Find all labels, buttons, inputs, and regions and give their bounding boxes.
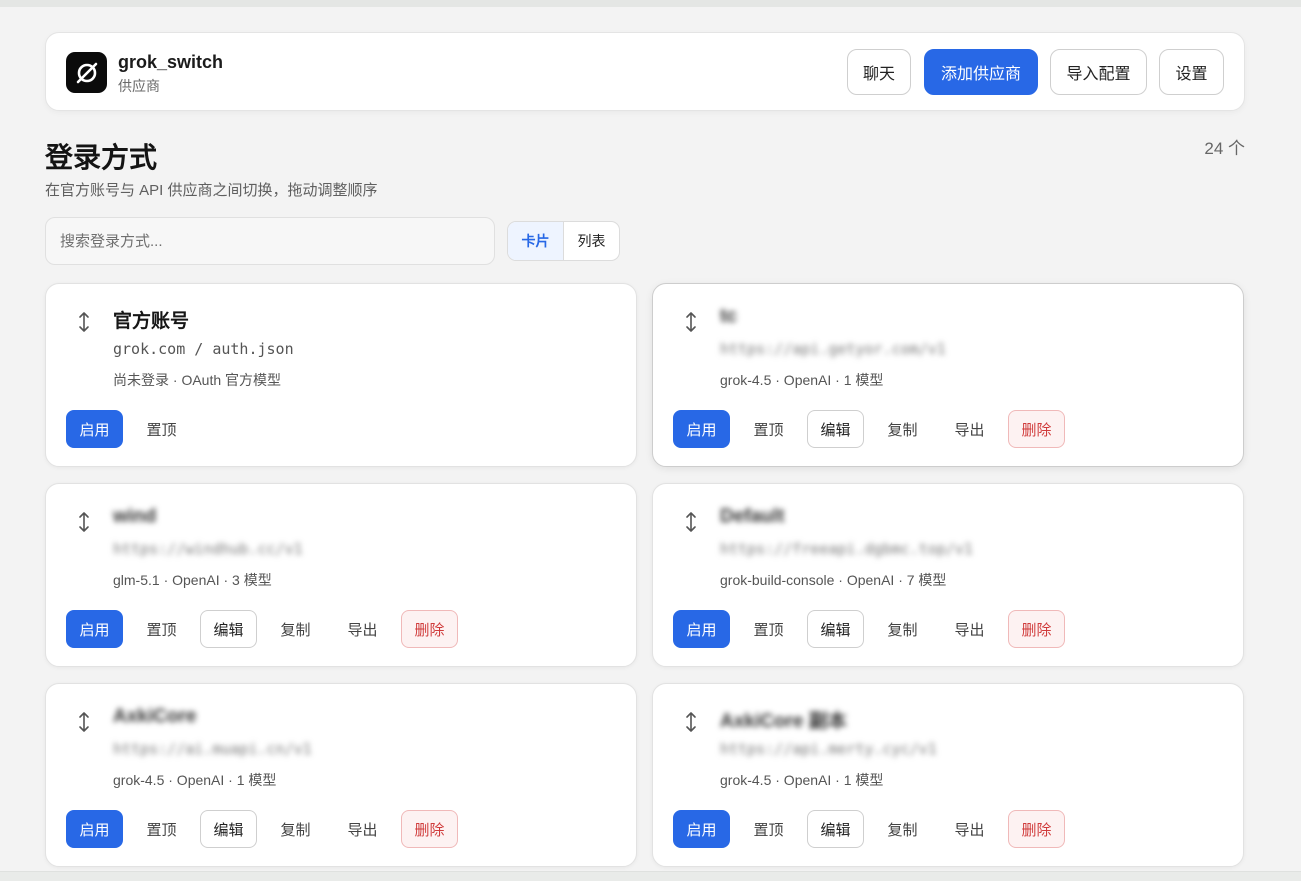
provider-card: tc https://api.getyor.com/v1 grok-4.5 · … (652, 283, 1244, 467)
provider-url: grok.com / auth.json (113, 340, 294, 358)
view-card-tab[interactable]: 卡片 (508, 222, 564, 260)
drag-handle-icon[interactable] (681, 710, 701, 734)
app-subtitle: 供应商 (118, 78, 160, 94)
enable-button[interactable]: 启用 (673, 810, 730, 848)
copy-button[interactable]: 复制 (874, 410, 931, 448)
page-description: 在官方账号与 API 供应商之间切换，拖动调整顺序 (45, 182, 378, 199)
provider-count: 24 个 (1204, 139, 1245, 158)
pin-button[interactable]: 置顶 (133, 610, 190, 648)
enable-button[interactable]: 启用 (673, 410, 730, 448)
drag-handle-icon[interactable] (681, 310, 701, 334)
drag-handle-icon[interactable] (74, 310, 94, 334)
enable-button[interactable]: 启用 (66, 410, 123, 448)
window-bottom-border (0, 871, 1301, 881)
delete-button[interactable]: 删除 (401, 810, 458, 848)
settings-button[interactable]: 设置 (1159, 49, 1224, 95)
export-button[interactable]: 导出 (334, 610, 391, 648)
chat-button[interactable]: 聊天 (847, 49, 911, 95)
edit-button[interactable]: 编辑 (807, 410, 864, 448)
provider-url: https://api.merty.cyc/v1 (720, 740, 937, 758)
provider-name: tc (720, 306, 737, 327)
delete-button[interactable]: 删除 (401, 610, 458, 648)
copy-button[interactable]: 复制 (267, 810, 324, 848)
view-toggle: 卡片 列表 (507, 221, 620, 261)
delete-button[interactable]: 删除 (1008, 610, 1065, 648)
pin-button[interactable]: 置顶 (740, 810, 797, 848)
copy-button[interactable]: 复制 (267, 610, 324, 648)
provider-name: AxkiCore (113, 706, 197, 727)
enable-button[interactable]: 启用 (673, 610, 730, 648)
edit-button[interactable]: 编辑 (200, 610, 257, 648)
provider-name: wind (113, 506, 157, 527)
page-title: 登录方式 (45, 142, 158, 173)
drag-handle-icon[interactable] (74, 510, 94, 534)
copy-button[interactable]: 复制 (874, 810, 931, 848)
provider-name: Default (720, 506, 785, 527)
pin-button[interactable]: 置顶 (740, 610, 797, 648)
delete-button[interactable]: 删除 (1008, 410, 1065, 448)
provider-name: AxkiCore 副本 (720, 711, 847, 732)
app-name: grok_switch (118, 52, 224, 72)
enable-button[interactable]: 启用 (66, 610, 123, 648)
provider-meta: grok-build-console · OpenAI · 7 模型 (720, 572, 947, 588)
edit-button[interactable]: 编辑 (200, 810, 257, 848)
pin-button[interactable]: 置顶 (133, 410, 190, 448)
provider-meta: glm-5.1 · OpenAI · 3 模型 (113, 572, 272, 588)
provider-meta: grok-4.5 · OpenAI · 1 模型 (113, 772, 277, 788)
provider-url: https://freeapi.dgbmc.top/v1 (720, 540, 973, 558)
copy-button[interactable]: 复制 (874, 610, 931, 648)
edit-button[interactable]: 编辑 (807, 610, 864, 648)
window-top-border (0, 0, 1301, 7)
provider-meta: grok-4.5 · OpenAI · 1 模型 (720, 372, 884, 388)
drag-handle-icon[interactable] (74, 710, 94, 734)
provider-meta: 尚未登录 · OAuth 官方模型 (113, 372, 282, 388)
provider-url: https://ai.muapi.cn/v1 (113, 740, 312, 758)
provider-url: https://windhub.cc/v1 (113, 540, 303, 558)
search-input[interactable] (45, 217, 495, 265)
drag-handle-icon[interactable] (681, 510, 701, 534)
export-button[interactable]: 导出 (941, 810, 998, 848)
pin-button[interactable]: 置顶 (133, 810, 190, 848)
export-button[interactable]: 导出 (941, 610, 998, 648)
add-provider-button[interactable]: 添加供应商 (924, 49, 1038, 95)
pin-button[interactable]: 置顶 (740, 410, 797, 448)
provider-meta: grok-4.5 · OpenAI · 1 模型 (720, 772, 884, 788)
enable-button[interactable]: 启用 (66, 810, 123, 848)
edit-button[interactable]: 编辑 (807, 810, 864, 848)
view-list-tab[interactable]: 列表 (564, 222, 619, 260)
provider-card-official: 官方账号 grok.com / auth.json 尚未登录 · OAuth 官… (45, 283, 637, 467)
import-config-button[interactable]: 导入配置 (1050, 49, 1147, 95)
export-button[interactable]: 导出 (334, 810, 391, 848)
provider-card: Default https://freeapi.dgbmc.top/v1 gro… (652, 483, 1244, 667)
app-header: grok_switch 供应商 聊天 添加供应商 导入配置 设置 (45, 32, 1245, 111)
provider-card: AxkiCore https://ai.muapi.cn/v1 grok-4.5… (45, 683, 637, 867)
provider-url: https://api.getyor.com/v1 (720, 340, 946, 358)
provider-card: wind https://windhub.cc/v1 glm-5.1 · Ope… (45, 483, 637, 667)
app-logo-icon (66, 52, 107, 93)
provider-card: AxkiCore 副本 https://api.merty.cyc/v1 gro… (652, 683, 1244, 867)
export-button[interactable]: 导出 (941, 410, 998, 448)
provider-name: 官方账号 (113, 311, 190, 332)
delete-button[interactable]: 删除 (1008, 810, 1065, 848)
